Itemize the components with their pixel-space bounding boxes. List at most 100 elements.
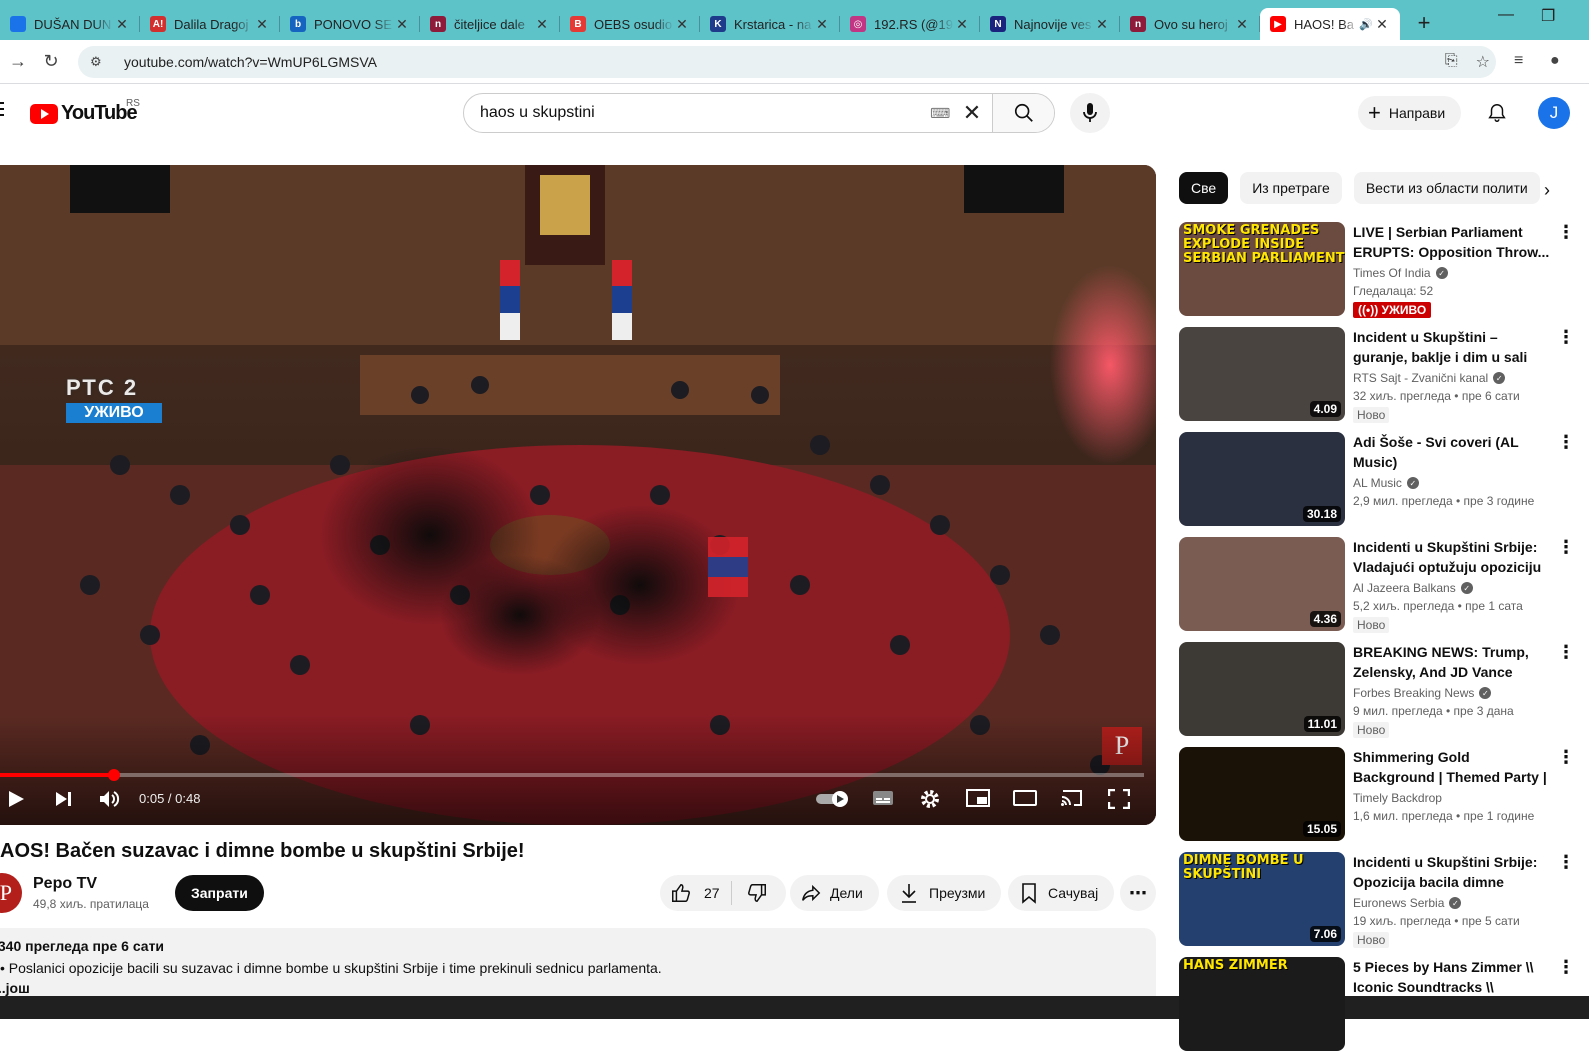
play-button[interactable] — [6, 789, 26, 809]
more-vertical-icon[interactable]: ⋮ — [1557, 432, 1575, 453]
related-video-item[interactable]: HANS ZIMMER 5 Pieces by Hans Zimmer \\ Ic… — [1179, 957, 1589, 1051]
fullscreen-button[interactable] — [1108, 789, 1130, 809]
search-input[interactable]: haos u skupstini — [464, 104, 930, 122]
browser-tab[interactable]: n čiteljice dale ✕ — [420, 8, 560, 40]
autoplay-toggle[interactable] — [816, 791, 852, 807]
video-thumbnail[interactable]: HANS ZIMMER — [1179, 957, 1345, 1051]
more-actions-button[interactable]: ⋯ — [1120, 875, 1156, 911]
related-video-item[interactable]: DIMNE BOMBE U SKUPŠTINI 7.06 Incidenti u S… — [1179, 852, 1589, 948]
related-video-item[interactable]: 15.05 Shimmering Gold Background | Themed… — [1179, 747, 1589, 841]
profile-icon[interactable]: ● — [1550, 52, 1560, 70]
download-button[interactable]: Преузми — [887, 875, 1002, 911]
close-tab-icon[interactable]: ✕ — [1094, 16, 1110, 33]
browser-tab[interactable]: n Ovo su heroj ✕ — [1120, 8, 1260, 40]
video-thumbnail[interactable]: 30.18 — [1179, 432, 1345, 526]
url-field[interactable]: ⚙ youtube.com/watch?v=WmUP6LGMSVA ⎘ ☆ — [78, 46, 1496, 78]
related-video-title[interactable]: Incident u Skupštini – guranje, baklje i… — [1353, 327, 1553, 367]
show-more-link[interactable]: ...још — [0, 980, 30, 996]
more-vertical-icon[interactable]: ⋮ — [1557, 747, 1575, 768]
chevron-right-icon[interactable]: › — [1544, 180, 1550, 201]
clear-search-icon[interactable]: ✕ — [952, 100, 992, 126]
related-channel[interactable]: RTS Sajt - Zvanični kanal ✓ — [1353, 371, 1506, 385]
minimize-icon[interactable]: — — [1498, 6, 1514, 24]
more-vertical-icon[interactable]: ⋮ — [1557, 642, 1575, 663]
forward-icon[interactable]: → — [2, 51, 34, 72]
browser-tab[interactable]: b PONOVO SE ✕ — [280, 8, 420, 40]
filter-chip[interactable]: Вести из области полити — [1353, 172, 1540, 204]
related-video-item[interactable]: 11.01 BREAKING NEWS: Trump, Zelensky, And… — [1179, 642, 1589, 738]
subtitles-button[interactable] — [872, 789, 894, 807]
notifications-bell-icon[interactable] — [1486, 102, 1508, 129]
close-tab-icon[interactable]: ✕ — [394, 16, 410, 33]
youtube-logo[interactable]: YouTube — [30, 102, 138, 125]
browser-tab[interactable]: DUŠAN DUN ✕ — [0, 8, 140, 40]
close-tab-icon[interactable]: ✕ — [674, 16, 690, 33]
dislike-button[interactable] — [732, 882, 768, 904]
keyboard-icon[interactable]: ⌨ — [930, 105, 952, 122]
new-tab-icon[interactable]: + — [1408, 10, 1440, 36]
browser-tab[interactable]: A! Dalila Dragoj ✕ — [140, 8, 280, 40]
install-app-icon[interactable]: ⎘ — [1445, 52, 1458, 72]
tab-audio-icon[interactable]: 🔊 — [1358, 18, 1374, 31]
cast-button[interactable] — [1060, 789, 1084, 807]
bookmark-star-icon[interactable]: ☆ — [1476, 52, 1490, 72]
related-video-title[interactable]: BREAKING NEWS: Trump, Zelensky, And JD V… — [1353, 642, 1553, 682]
restore-icon[interactable]: ❐ — [1541, 6, 1555, 26]
close-tab-icon[interactable]: ✕ — [814, 16, 830, 33]
settings-button[interactable] — [919, 788, 941, 810]
more-vertical-icon[interactable]: ⋮ — [1557, 957, 1575, 978]
browser-tab[interactable]: ▶ HAOS! Ba 🔊 ✕ — [1260, 8, 1400, 40]
related-channel[interactable]: Al Jazeera Balkans ✓ — [1353, 581, 1473, 595]
browser-tab[interactable]: N Najnovije ves ✕ — [980, 8, 1120, 40]
related-channel[interactable]: Timely Backdrop — [1353, 791, 1442, 805]
close-tab-icon[interactable]: ✕ — [114, 16, 130, 33]
site-settings-icon[interactable]: ⚙ — [90, 54, 114, 70]
subscribe-button[interactable]: Запрати — [175, 875, 264, 911]
related-channel[interactable]: Euronews Serbia ✓ — [1353, 896, 1462, 910]
video-thumbnail[interactable]: 4.36 — [1179, 537, 1345, 631]
close-tab-icon[interactable]: ✕ — [954, 16, 970, 33]
more-vertical-icon[interactable]: ⋮ — [1557, 222, 1575, 243]
related-channel[interactable]: Times Of India ✓ — [1353, 266, 1448, 280]
search-button[interactable] — [992, 94, 1054, 132]
close-tab-icon[interactable]: ✕ — [1234, 16, 1250, 33]
related-video-title[interactable]: Incidenti u Skupštini Srbije: Vladajući … — [1353, 537, 1553, 577]
media-control-icon[interactable]: ≡ — [1514, 52, 1523, 70]
channel-avatar[interactable]: P — [0, 873, 22, 913]
related-video-item[interactable]: SMOKE GRENADES EXPLODE INSIDE SERBIAN PA… — [1179, 222, 1589, 318]
more-vertical-icon[interactable]: ⋮ — [1557, 327, 1575, 348]
volume-button[interactable] — [98, 789, 120, 809]
channel-name[interactable]: Pepo TV — [33, 875, 97, 893]
progress-bar[interactable] — [0, 769, 1144, 781]
close-tab-icon[interactable]: ✕ — [254, 16, 270, 33]
video-thumbnail[interactable]: 4.09 — [1179, 327, 1345, 421]
related-video-title[interactable]: Adi Šoše - Svi coveri (AL Music) — [1353, 432, 1553, 472]
browser-tab[interactable]: B OEBS osudio ✕ — [560, 8, 700, 40]
share-button[interactable]: Дели — [790, 875, 879, 911]
video-thumbnail[interactable]: 15.05 — [1179, 747, 1345, 841]
filter-chip[interactable]: Све — [1179, 172, 1229, 204]
video-thumbnail[interactable]: 11.01 — [1179, 642, 1345, 736]
video-thumbnail[interactable]: SMOKE GRENADES EXPLODE INSIDE SERBIAN PA… — [1179, 222, 1345, 316]
guide-menu-icon[interactable] — [0, 102, 4, 120]
filter-chip[interactable]: Из претраге — [1240, 172, 1342, 204]
like-button[interactable]: 27 — [660, 881, 732, 905]
video-player[interactable]: РТС 2 УЖИВО P 0:05 / 0:48 — [0, 165, 1156, 825]
related-channel[interactable]: AL Music ✓ — [1353, 476, 1419, 490]
miniplayer-button[interactable] — [966, 789, 990, 807]
video-thumbnail[interactable]: DIMNE BOMBE U SKUPŠTINI 7.06 — [1179, 852, 1345, 946]
browser-tab[interactable]: ◎ 192.RS (@19 ✕ — [840, 8, 980, 40]
close-tab-icon[interactable]: ✕ — [1374, 16, 1390, 33]
more-vertical-icon[interactable]: ⋮ — [1557, 852, 1575, 873]
close-tab-icon[interactable]: ✕ — [534, 16, 550, 33]
related-video-title[interactable]: 5 Pieces by Hans Zimmer \\ Iconic Soundt… — [1353, 957, 1553, 997]
related-video-item[interactable]: 30.18 Adi Šoše - Svi coveri (AL Music) AL … — [1179, 432, 1589, 526]
browser-tab[interactable]: K Krstarica - na ✕ — [700, 8, 840, 40]
account-avatar[interactable]: J — [1538, 97, 1570, 129]
theater-mode-button[interactable] — [1013, 789, 1037, 807]
save-button[interactable]: Сачувај — [1008, 875, 1115, 911]
next-button[interactable] — [54, 789, 74, 809]
related-video-title[interactable]: LIVE | Serbian Parliament ERUPTS: Opposi… — [1353, 222, 1553, 262]
related-video-title[interactable]: Incidenti u Skupštini Srbije: Opozicija … — [1353, 852, 1553, 892]
voice-search-button[interactable] — [1070, 93, 1110, 133]
